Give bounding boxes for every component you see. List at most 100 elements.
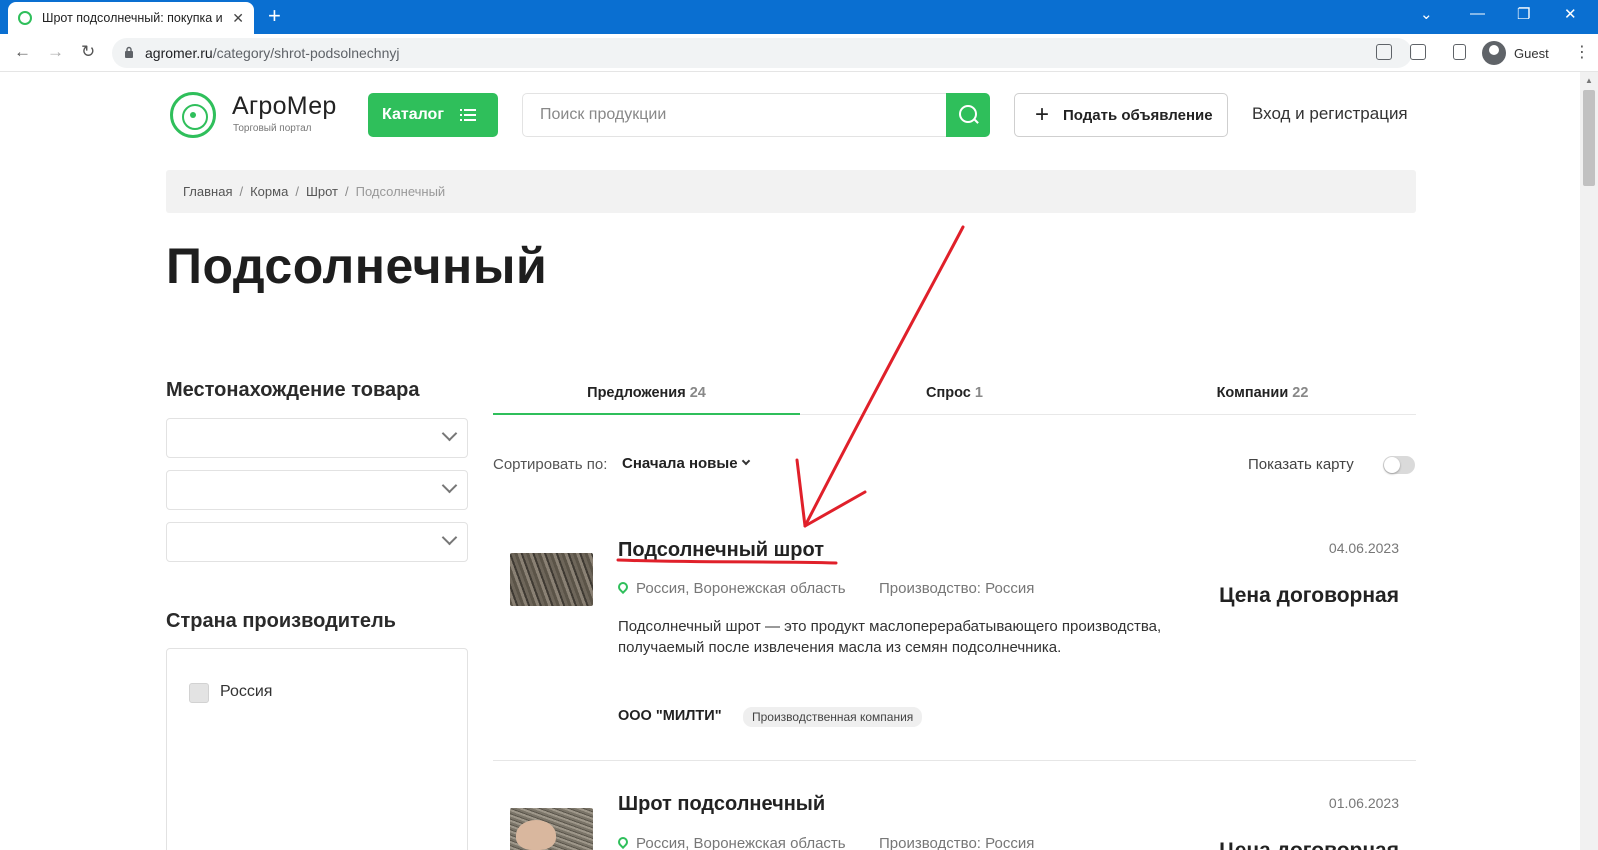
tab-label: Предложения <box>587 385 686 401</box>
restore-icon[interactable]: ❐ <box>1517 5 1530 23</box>
tab-title: Шрот подсолнечный: покупка и <box>42 11 223 25</box>
breadcrumb: Главная / Корма / Шрот / Подсолнечный <box>166 170 1416 213</box>
breadcrumb-current: Подсолнечный <box>355 184 446 199</box>
tab-count: 24 <box>689 385 706 401</box>
scroll-up-icon[interactable]: ▲ <box>1585 76 1593 85</box>
country-filter-box: Россия <box>166 648 468 850</box>
address-bar[interactable]: agromer.ru/category/shrot-podsolnechnyj <box>112 38 1412 68</box>
post-ad-button[interactable]: + Подать объявление <box>1014 93 1228 137</box>
chevron-down-icon <box>441 529 458 546</box>
brand-subtitle: Торговый портал <box>233 123 312 134</box>
listing-price: Цена договорная <box>1219 584 1399 607</box>
minimize-icon[interactable]: — <box>1470 5 1485 22</box>
browser-tab[interactable]: Шрот подсолнечный: покупка и ✕ <box>8 2 254 34</box>
listing-production: Производство: Россия <box>879 580 1035 597</box>
breadcrumb-feed[interactable]: Корма <box>250 184 288 199</box>
tab-label: Компании <box>1216 385 1289 401</box>
breadcrumb-meal[interactable]: Шрот <box>306 184 338 199</box>
catalog-button[interactable]: Каталог <box>368 93 498 137</box>
listing-item[interactable]: Шрот подсолнечный 01.06.2023 Россия, Вор… <box>493 790 1416 850</box>
location-text: Россия, Воронежская область <box>636 580 846 597</box>
profile-button[interactable]: Guest <box>1482 41 1549 65</box>
browser-toolbar: ← → ↻ agromer.ru/category/shrot-podsolne… <box>0 34 1598 72</box>
location-pin-icon <box>618 582 628 595</box>
product-photo[interactable] <box>510 808 593 850</box>
reload-icon[interactable]: ↻ <box>81 42 95 62</box>
close-window-icon[interactable]: ✕ <box>1564 5 1577 23</box>
tab-count: 22 <box>1292 385 1309 401</box>
sort-dropdown[interactable]: Сначала новые <box>622 455 738 472</box>
login-link[interactable]: Вход и регистрация <box>1252 104 1408 124</box>
listing-location: Россия, Воронежская область <box>618 835 846 850</box>
chevron-down-icon[interactable] <box>741 456 751 466</box>
search-input[interactable] <box>523 94 943 136</box>
listing-item[interactable]: Подсолнечный шрот 04.06.2023 Россия, Вор… <box>493 535 1416 735</box>
lock-icon <box>125 46 133 58</box>
listing-production: Производство: Россия <box>879 835 1035 850</box>
breadcrumb-separator: / <box>344 184 349 199</box>
close-tab-icon[interactable]: ✕ <box>232 10 244 27</box>
profile-name: Guest <box>1514 45 1549 61</box>
browser-tab-bar: Шрот подсолнечный: покупка и ✕ + ⌄ — ❐ ✕ <box>0 0 1598 34</box>
url-host: agromer.ru <box>145 45 213 61</box>
tab-offers[interactable]: Предложения 24 <box>493 378 800 415</box>
forward-icon[interactable]: → <box>47 42 64 62</box>
location-filter-heading: Местонахождение товара <box>166 379 420 401</box>
chevron-down-icon <box>441 477 458 494</box>
listing-title[interactable]: Шрот подсолнечный <box>618 793 825 816</box>
apps-icon[interactable] <box>1376 44 1392 60</box>
country-filter-heading: Страна производитель <box>166 610 396 632</box>
search-bar <box>522 93 990 137</box>
side-panel-icon[interactable] <box>1453 44 1466 60</box>
tab-count: 1 <box>974 385 983 401</box>
tab-label: Спрос <box>926 385 971 401</box>
brand-name[interactable]: АгроМер <box>232 92 337 121</box>
tab-search-chevron-icon[interactable]: ⌄ <box>1420 5 1433 23</box>
agromer-logo-icon[interactable] <box>170 92 216 138</box>
new-tab-icon[interactable]: + <box>268 5 281 27</box>
russia-checkbox[interactable] <box>189 683 209 703</box>
city-select[interactable] <box>166 522 468 562</box>
listing-price: Цена договорная <box>1219 839 1399 850</box>
browser-menu-icon[interactable]: ⋮ <box>1574 42 1590 62</box>
russia-checkbox-label[interactable]: Россия <box>220 683 272 701</box>
post-ad-label: Подать объявление <box>1063 106 1213 124</box>
district-select[interactable] <box>166 470 468 510</box>
translate-icon[interactable] <box>1410 44 1426 60</box>
listing-tabs: Предложения 24 Спрос 1 Компании 22 <box>493 378 1416 415</box>
breadcrumb-separator: / <box>295 184 299 199</box>
breadcrumb-home[interactable]: Главная <box>183 184 232 199</box>
tab-companies[interactable]: Компании 22 <box>1109 378 1416 415</box>
chevron-down-icon <box>441 425 458 442</box>
location-pin-icon <box>618 837 628 850</box>
search-button[interactable] <box>946 93 990 137</box>
list-menu-icon <box>459 109 476 121</box>
listing-date: 04.06.2023 <box>1328 540 1399 556</box>
annotation-arrow-head <box>795 458 867 528</box>
site-favicon-icon <box>18 11 32 25</box>
avatar-icon <box>1482 41 1506 65</box>
show-map-label[interactable]: Показать карту <box>1248 456 1354 473</box>
listing-description: Подсолнечный шрот — это продукт маслопер… <box>618 618 1162 656</box>
plus-icon: + <box>1035 101 1050 128</box>
url-path: /category/shrot-podsolnechnyj <box>212 45 400 61</box>
listing-title[interactable]: Подсолнечный шрот <box>618 539 824 562</box>
company-type-badge: Производственная компания <box>743 707 923 727</box>
region-select[interactable] <box>166 418 468 458</box>
product-photo[interactable] <box>510 553 593 606</box>
tab-demand[interactable]: Спрос 1 <box>801 378 1108 415</box>
url-text: agromer.ru/category/shrot-podsolnechnyj <box>145 45 399 61</box>
page-scrollbar[interactable]: ▲ <box>1580 72 1598 850</box>
back-icon[interactable]: ← <box>14 42 31 62</box>
location-text: Россия, Воронежская область <box>636 835 846 850</box>
scroll-thumb[interactable] <box>1583 90 1595 186</box>
annotation-arrow-shaft <box>803 225 965 528</box>
breadcrumb-separator: / <box>239 184 244 199</box>
listing-divider <box>493 760 1416 761</box>
company-name[interactable]: ООО "МИЛТИ" <box>618 708 722 724</box>
listing-date: 01.06.2023 <box>1328 795 1399 811</box>
listing-location: Россия, Воронежская область <box>618 580 846 597</box>
catalog-label: Каталог <box>382 106 444 123</box>
show-map-toggle[interactable] <box>1383 456 1415 474</box>
sort-label: Сортировать по: <box>493 456 608 473</box>
